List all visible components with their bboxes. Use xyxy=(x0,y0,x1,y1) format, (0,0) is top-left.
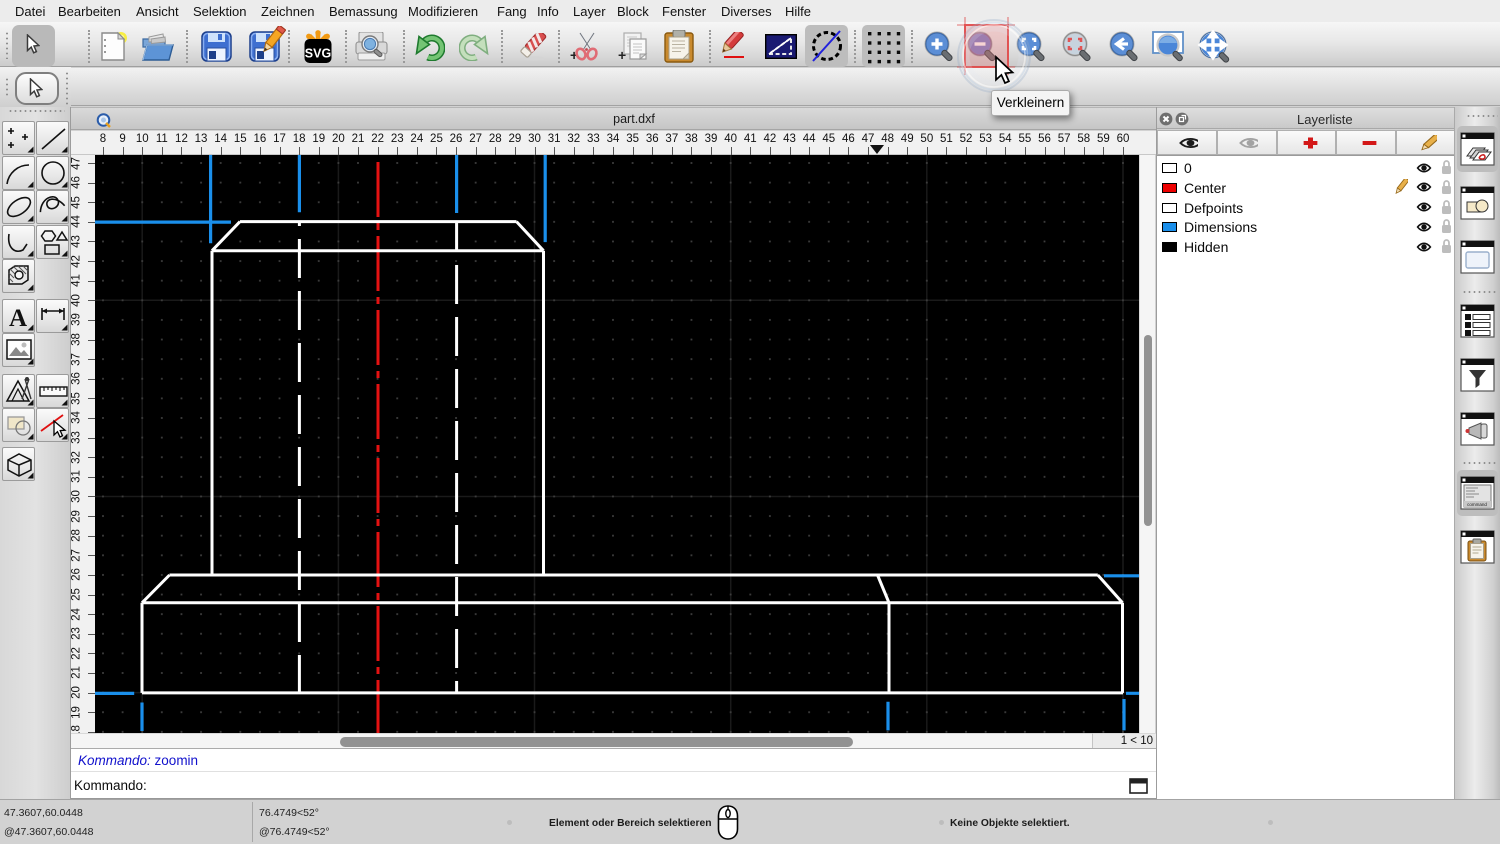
svg-text:SVG: SVG xyxy=(305,47,331,61)
svg-text:A: A xyxy=(9,305,27,332)
svg-text:command: command xyxy=(1467,502,1487,507)
